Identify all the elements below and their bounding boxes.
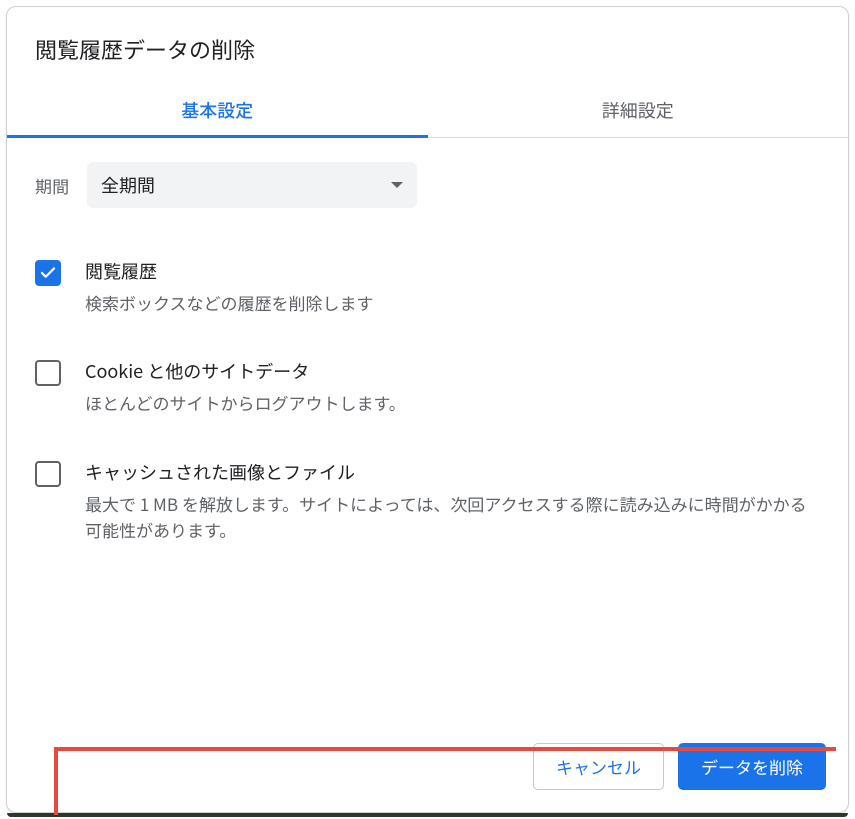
- tab-advanced[interactable]: 詳細設定: [428, 83, 849, 137]
- time-range-row: 期間 全期間: [35, 162, 820, 208]
- option-cache: キャッシュされた画像とファイル 最大で 1 MB を解放します。サイトによっては…: [35, 445, 820, 572]
- option-cookies: Cookie と他のサイトデータ ほとんどのサイトからログアウトします。: [35, 344, 820, 444]
- chevron-down-icon: [391, 182, 403, 188]
- option-desc: ほとんどのサイトからログアウトします。: [85, 390, 820, 416]
- option-desc: 最大で 1 MB を解放します。サイトによっては、次回アクセスする際に読み込みに…: [85, 491, 820, 544]
- dialog-title: 閲覧履歴データの削除: [7, 7, 848, 83]
- shadow: [7, 813, 848, 817]
- option-text: キャッシュされた画像とファイル 最大で 1 MB を解放します。サイトによっては…: [85, 459, 820, 544]
- checkbox-browsing-history[interactable]: [35, 260, 61, 286]
- tab-bar: 基本設定 詳細設定: [7, 83, 848, 138]
- checkbox-cache[interactable]: [35, 461, 61, 487]
- option-text: 閲覧履歴 検索ボックスなどの履歴を削除します: [85, 258, 820, 316]
- option-text: Cookie と他のサイトデータ ほとんどのサイトからログアウトします。: [85, 358, 820, 416]
- option-title: キャッシュされた画像とファイル: [85, 459, 820, 485]
- dialog-footer: キャンセル データを削除: [7, 725, 848, 812]
- check-icon: [39, 264, 57, 282]
- option-browsing-history: 閲覧履歴 検索ボックスなどの履歴を削除します: [35, 244, 820, 344]
- time-range-value: 全期間: [101, 172, 155, 198]
- option-title: Cookie と他のサイトデータ: [85, 358, 820, 384]
- checkbox-cookies[interactable]: [35, 360, 61, 386]
- dialog-body: 期間 全期間 閲覧履歴 検索ボックスなどの履歴を削除します Cookie と他の…: [7, 138, 848, 725]
- option-title: 閲覧履歴: [85, 258, 820, 284]
- cancel-button[interactable]: キャンセル: [533, 743, 664, 790]
- option-desc: 検索ボックスなどの履歴を削除します: [85, 290, 820, 316]
- time-range-label: 期間: [35, 173, 69, 198]
- tab-basic[interactable]: 基本設定: [7, 83, 428, 137]
- time-range-select[interactable]: 全期間: [87, 162, 417, 208]
- clear-browsing-data-dialog: 閲覧履歴データの削除 基本設定 詳細設定 期間 全期間 閲覧履歴 検索ボックスな…: [6, 6, 849, 813]
- clear-data-button[interactable]: データを削除: [678, 743, 826, 790]
